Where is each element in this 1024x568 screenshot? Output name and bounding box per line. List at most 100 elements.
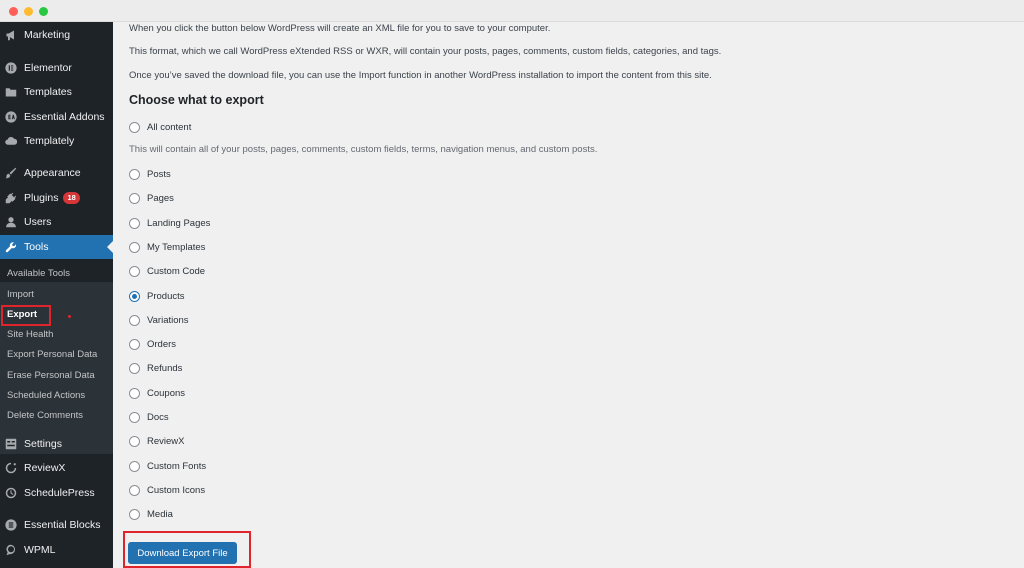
sidebar-item-templately[interactable]: Templately [0,129,113,153]
download-export-file-button[interactable]: Download Export File [128,542,237,564]
admin-sidebar: Marketing Elementor Templates Essential … [0,22,113,568]
radio-posts[interactable] [129,168,140,180]
sidebar-item-label: Users [24,216,52,228]
sidebar-item-label: ReviewX [24,462,66,474]
sidebar-item-label: Settings [24,438,62,450]
option-label: Posts [147,168,171,180]
option-label: Custom Icons [147,484,206,496]
sidebar-item-label: Essential Addons [24,111,105,123]
sidebar-item-reviewx[interactable]: ReviewX [0,456,113,480]
radio-reviewx[interactable] [129,435,140,447]
sidebar-item-elementor[interactable]: Elementor [0,56,113,80]
ea-icon [5,111,17,123]
option-docs[interactable]: Docs [129,410,169,424]
radio-custom-icons[interactable] [129,484,140,496]
sidebar-item-appearance[interactable]: Appearance [0,161,113,185]
radio-landing-pages[interactable] [129,217,140,229]
radio-my-templates[interactable] [129,241,140,253]
sidebar-item-templates[interactable]: Templates [0,80,113,104]
sidebar-item-essential-addons[interactable]: Essential Addons [0,105,113,129]
sidebar-item-label: Elementor [24,62,72,74]
sidebar-item-label: Templates [24,86,72,98]
sidebar-item-schedulepress[interactable]: SchedulePress [0,481,113,505]
option-all-content[interactable]: All content [129,120,191,134]
option-label: ReviewX [147,435,185,447]
folder-icon [5,86,17,98]
user-icon [5,216,17,228]
window-titlebar [0,0,1024,22]
intro-paragraph-1: When you click the button below WordPres… [129,23,551,34]
sidebar-item-label: Templately [24,135,75,147]
option-custom-code[interactable]: Custom Code [129,264,205,278]
megaphone-icon [5,29,17,41]
option-label: Products [147,290,185,302]
submenu-item-delete-comments[interactable]: Delete Comments [7,408,83,424]
reviewx-icon [5,462,17,474]
radio-custom-fonts[interactable] [129,460,140,472]
maximize-window-button[interactable] [39,7,48,16]
export-page: When you click the button below WordPres… [113,22,1024,568]
sidebar-item-label: SchedulePress [24,487,95,499]
elementor-icon [5,62,17,74]
sidebar-item-label: WPML [24,544,56,556]
sidebar-item-settings[interactable]: Settings [0,432,113,456]
submenu-item-site-health[interactable]: Site Health [7,327,53,343]
option-reviewx[interactable]: ReviewX [129,434,185,448]
radio-all-content[interactable] [129,121,140,133]
settings-icon [5,438,17,450]
radio-products[interactable] [129,290,140,302]
sidebar-item-tools[interactable]: Tools [0,235,113,259]
close-window-button[interactable] [9,7,18,16]
option-label: My Templates [147,241,206,253]
highlight-marker [68,315,71,318]
radio-orders[interactable] [129,338,140,350]
radio-docs[interactable] [129,411,140,423]
radio-custom-code[interactable] [129,265,140,277]
option-my-templates[interactable]: My Templates [129,240,205,254]
sidebar-item-label: Appearance [24,167,81,179]
option-orders[interactable]: Orders [129,337,176,351]
submenu-item-scheduled-actions[interactable]: Scheduled Actions [7,388,85,404]
radio-variations[interactable] [129,314,140,326]
sidebar-item-marketing[interactable]: Marketing [0,23,113,47]
choose-export-heading: Choose what to export [129,93,264,107]
sidebar-item-plugins[interactable]: Plugins 18 [0,186,113,210]
option-custom-icons[interactable]: Custom Icons [129,483,205,497]
sidebar-item-label: Plugins [24,192,59,204]
option-label: Media [147,508,173,520]
sidebar-item-label: Marketing [24,29,71,41]
option-pages[interactable]: Pages [129,191,174,205]
option-custom-fonts[interactable]: Custom Fonts [129,459,206,473]
option-posts[interactable]: Posts [129,167,171,181]
sidebar-item-wpml[interactable]: WPML [0,538,113,562]
submenu-item-available-tools[interactable]: Available Tools [7,266,70,282]
sidebar-item-essential-blocks[interactable]: Essential Blocks [0,513,113,537]
option-products[interactable]: Products [129,289,185,303]
option-label: Custom Code [147,265,206,277]
option-label: Variations [147,314,189,326]
option-refunds[interactable]: Refunds [129,361,182,375]
radio-coupons[interactable] [129,387,140,399]
minimize-window-button[interactable] [24,7,33,16]
option-coupons[interactable]: Coupons [129,386,185,400]
submenu-item-export-personal-data[interactable]: Export Personal Data [7,347,97,363]
option-label: Refunds [147,362,183,374]
cloud-icon [5,135,17,147]
blocks-icon [5,519,17,531]
clock-icon [5,487,17,499]
option-label: Custom Fonts [147,460,207,472]
option-landing-pages[interactable]: Landing Pages [129,216,210,230]
submenu-item-import[interactable]: Import [7,287,34,303]
submenu-item-erase-personal-data[interactable]: Erase Personal Data [7,368,95,384]
wpml-icon [5,544,17,556]
option-media[interactable]: Media [129,507,173,521]
radio-media[interactable] [129,508,140,520]
intro-paragraph-2: This format, which we call WordPress eXt… [129,46,722,57]
sidebar-item-users[interactable]: Users [0,210,113,234]
radio-pages[interactable] [129,192,140,204]
option-label: All content [147,121,192,133]
option-variations[interactable]: Variations [129,313,189,327]
option-label: Pages [147,192,174,204]
radio-refunds[interactable] [129,362,140,374]
option-label: Coupons [147,387,186,399]
